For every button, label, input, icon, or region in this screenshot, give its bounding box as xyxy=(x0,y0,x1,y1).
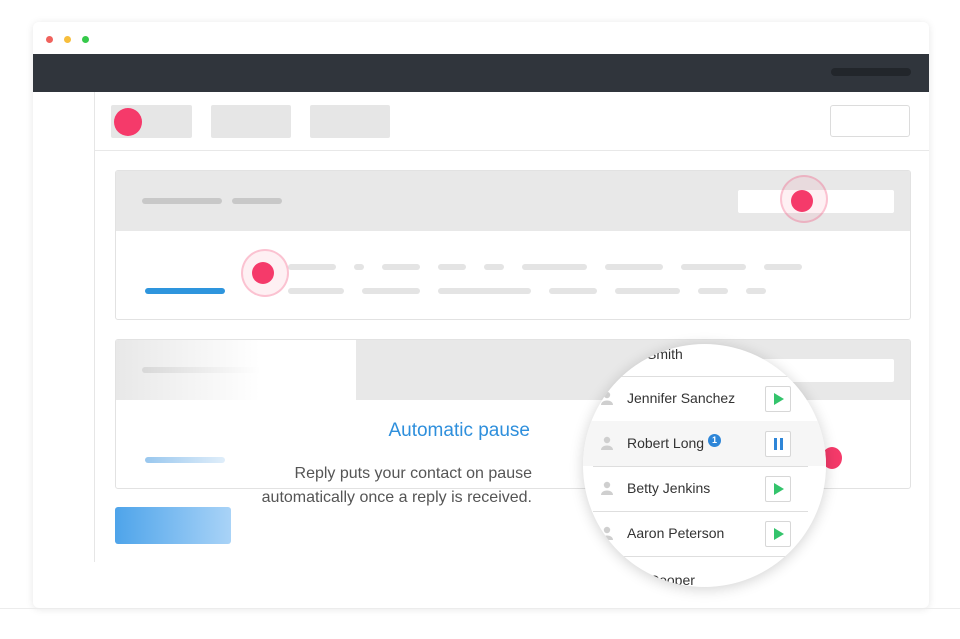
text-placeholder xyxy=(288,264,336,270)
primary-action-button[interactable] xyxy=(115,507,231,544)
account-menu-placeholder[interactable] xyxy=(831,68,911,76)
contact-row[interactable]: Jennifer Sanchez xyxy=(583,376,826,421)
text-placeholder xyxy=(438,288,531,294)
feature-description-line: automatically once a reply is received. xyxy=(261,489,532,506)
person-icon xyxy=(601,526,613,540)
hotspot-marker[interactable] xyxy=(791,190,813,212)
text-placeholder xyxy=(681,264,746,270)
text-placeholder xyxy=(382,264,420,270)
contact-name: Aaron Peterson xyxy=(627,525,725,541)
contact-name: Robert Long xyxy=(627,435,705,451)
hotspot-marker[interactable] xyxy=(252,262,274,284)
title-bar xyxy=(33,22,929,54)
progress-bar xyxy=(145,288,225,294)
feature-title: Automatic pause xyxy=(388,420,530,441)
text-placeholder xyxy=(605,264,663,270)
contact-row[interactable]: Aaron Peterson xyxy=(583,511,826,556)
play-icon xyxy=(774,393,784,405)
text-placeholder xyxy=(362,288,420,294)
sidebar-divider xyxy=(94,92,95,562)
text-placeholder xyxy=(438,264,466,270)
contact-name: Jennifer Sanchez xyxy=(627,390,736,406)
text-placeholder xyxy=(698,288,728,294)
pause-icon xyxy=(774,438,777,450)
header-text-placeholder xyxy=(232,198,282,204)
text-placeholder xyxy=(288,288,344,294)
contact-name-wrapper: Robert Long 1 xyxy=(627,434,722,452)
resume-button[interactable] xyxy=(765,476,791,502)
pause-button[interactable] xyxy=(765,431,791,457)
pause-icon xyxy=(780,438,783,450)
header-text-placeholder xyxy=(142,198,222,204)
zoom-window-button[interactable] xyxy=(82,36,89,43)
contact-row[interactable]: Betty Jenkins xyxy=(583,466,826,511)
resume-button[interactable] xyxy=(765,386,791,412)
reply-count-badge: 1 xyxy=(708,434,722,447)
row-divider xyxy=(593,556,808,557)
hotspot-marker[interactable] xyxy=(114,108,142,136)
top-navigation-bar xyxy=(33,54,929,92)
toolbar-divider xyxy=(95,150,929,151)
tab-placeholder-3[interactable] xyxy=(310,105,390,138)
tab-placeholder-2[interactable] xyxy=(211,105,291,138)
text-placeholder xyxy=(522,264,587,270)
contact-name: Smith xyxy=(647,346,683,362)
footer-divider xyxy=(0,608,960,609)
text-placeholder xyxy=(615,288,680,294)
contact-name: Cooper xyxy=(649,572,695,587)
person-icon xyxy=(601,481,613,495)
text-placeholder xyxy=(764,264,802,270)
feature-description-line: Reply puts your contact on pause xyxy=(294,465,532,482)
text-placeholder xyxy=(549,288,597,294)
minimize-window-button[interactable] xyxy=(64,36,71,43)
text-placeholder xyxy=(354,264,364,270)
person-icon xyxy=(601,391,613,405)
person-icon xyxy=(601,436,613,450)
text-placeholder xyxy=(484,264,504,270)
contact-row[interactable]: Robert Long 1 xyxy=(583,421,826,466)
close-window-button[interactable] xyxy=(46,36,53,43)
resume-button[interactable] xyxy=(765,521,791,547)
magnifier-lens: Smith Jennifer Sanchez Robert Long 1 Bett… xyxy=(583,344,826,587)
feature-description: Reply puts your contact on pause automat… xyxy=(200,462,532,510)
toolbar-action-placeholder[interactable] xyxy=(830,105,910,137)
text-placeholder xyxy=(746,288,766,294)
play-icon xyxy=(774,483,784,495)
play-icon xyxy=(774,528,784,540)
contact-name: Betty Jenkins xyxy=(627,480,711,496)
